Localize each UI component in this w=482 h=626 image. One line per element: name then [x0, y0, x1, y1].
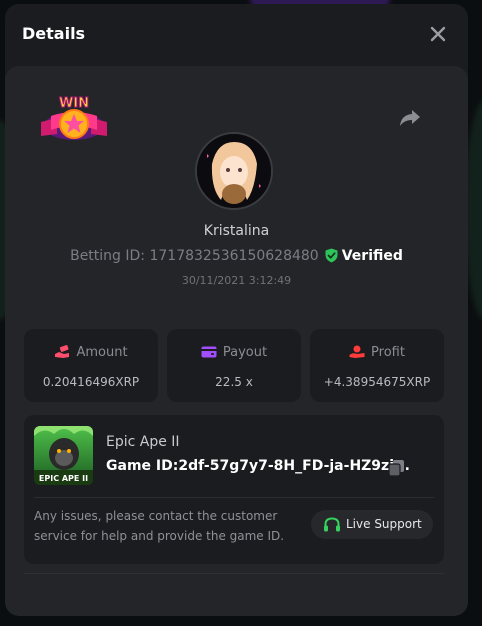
- details-modal: Details WIN Kristalina Betting ID: 17178…: [5, 4, 468, 616]
- bet-stats: Amount 0.20416496XRP Payout 22.5 x Profi…: [24, 329, 444, 402]
- stat-value-amount: 0.20416496XRP: [42, 375, 140, 389]
- copy-game-id-button[interactable]: [388, 459, 406, 477]
- game-id: Game ID:2df-57g7y7-8H_FD-ja-HZ9zj...: [106, 458, 410, 474]
- username: Kristalina: [203, 223, 270, 239]
- game-name: Epic Ape II: [106, 434, 180, 450]
- wallet-icon: [201, 346, 217, 358]
- live-support-button[interactable]: Live Support: [311, 510, 433, 539]
- game-id-value: 2df-57g7y7-8H_FD-ja-HZ9zj...: [178, 458, 410, 474]
- stat-label-profit: Profit: [371, 345, 405, 360]
- win-badge-icon: WIN: [37, 92, 111, 148]
- verified-shield-icon: [325, 248, 338, 263]
- stat-value-profit: +4.38954675XRP: [323, 375, 431, 389]
- stat-value-payout: 22.5 x: [215, 375, 253, 389]
- bet-details-panel: WIN Kristalina Betting ID: 1717832536150…: [5, 66, 468, 616]
- game-thumb-title: EPIC APE II: [39, 474, 88, 483]
- avatar: [195, 132, 273, 210]
- stat-card-amount: Amount 0.20416496XRP: [24, 329, 158, 402]
- game-card: EPIC APE II Epic Ape II Game ID:2df-57g7…: [24, 415, 444, 564]
- coin-hand-icon: [349, 345, 365, 358]
- modal-header: Details: [5, 4, 468, 62]
- betting-id-label: Betting ID:: [70, 248, 146, 264]
- svg-text:WIN: WIN: [59, 96, 89, 111]
- verified-badge: Verified: [341, 248, 403, 264]
- headset-icon: [324, 517, 340, 532]
- divider: [34, 497, 434, 498]
- modal-title: Details: [22, 24, 86, 43]
- money-hand-icon: [55, 345, 70, 358]
- share-button[interactable]: [399, 106, 421, 128]
- stat-label-payout: Payout: [222, 345, 268, 360]
- game-thumbnail[interactable]: EPIC APE II: [34, 426, 93, 485]
- betting-id-row: Betting ID: 1717832536150628480 Verified: [5, 248, 468, 264]
- game-id-label: Game ID:: [106, 458, 179, 474]
- bet-timestamp: 30/11/2021 3:12:49: [181, 274, 292, 287]
- divider: [24, 573, 444, 574]
- close-icon: [430, 26, 446, 42]
- support-notice: Any issues, please contact the customer …: [34, 509, 285, 543]
- copy-icon: [388, 460, 404, 477]
- stat-card-profit: Profit +4.38954675XRP: [310, 329, 444, 402]
- live-support-label: Live Support: [346, 517, 422, 531]
- close-button[interactable]: [428, 24, 448, 44]
- stat-card-payout: Payout 22.5 x: [167, 329, 301, 402]
- share-arrow-icon: [400, 110, 420, 126]
- betting-id-value: 1717832536150628480: [149, 248, 319, 264]
- stat-label-amount: Amount: [76, 345, 128, 360]
